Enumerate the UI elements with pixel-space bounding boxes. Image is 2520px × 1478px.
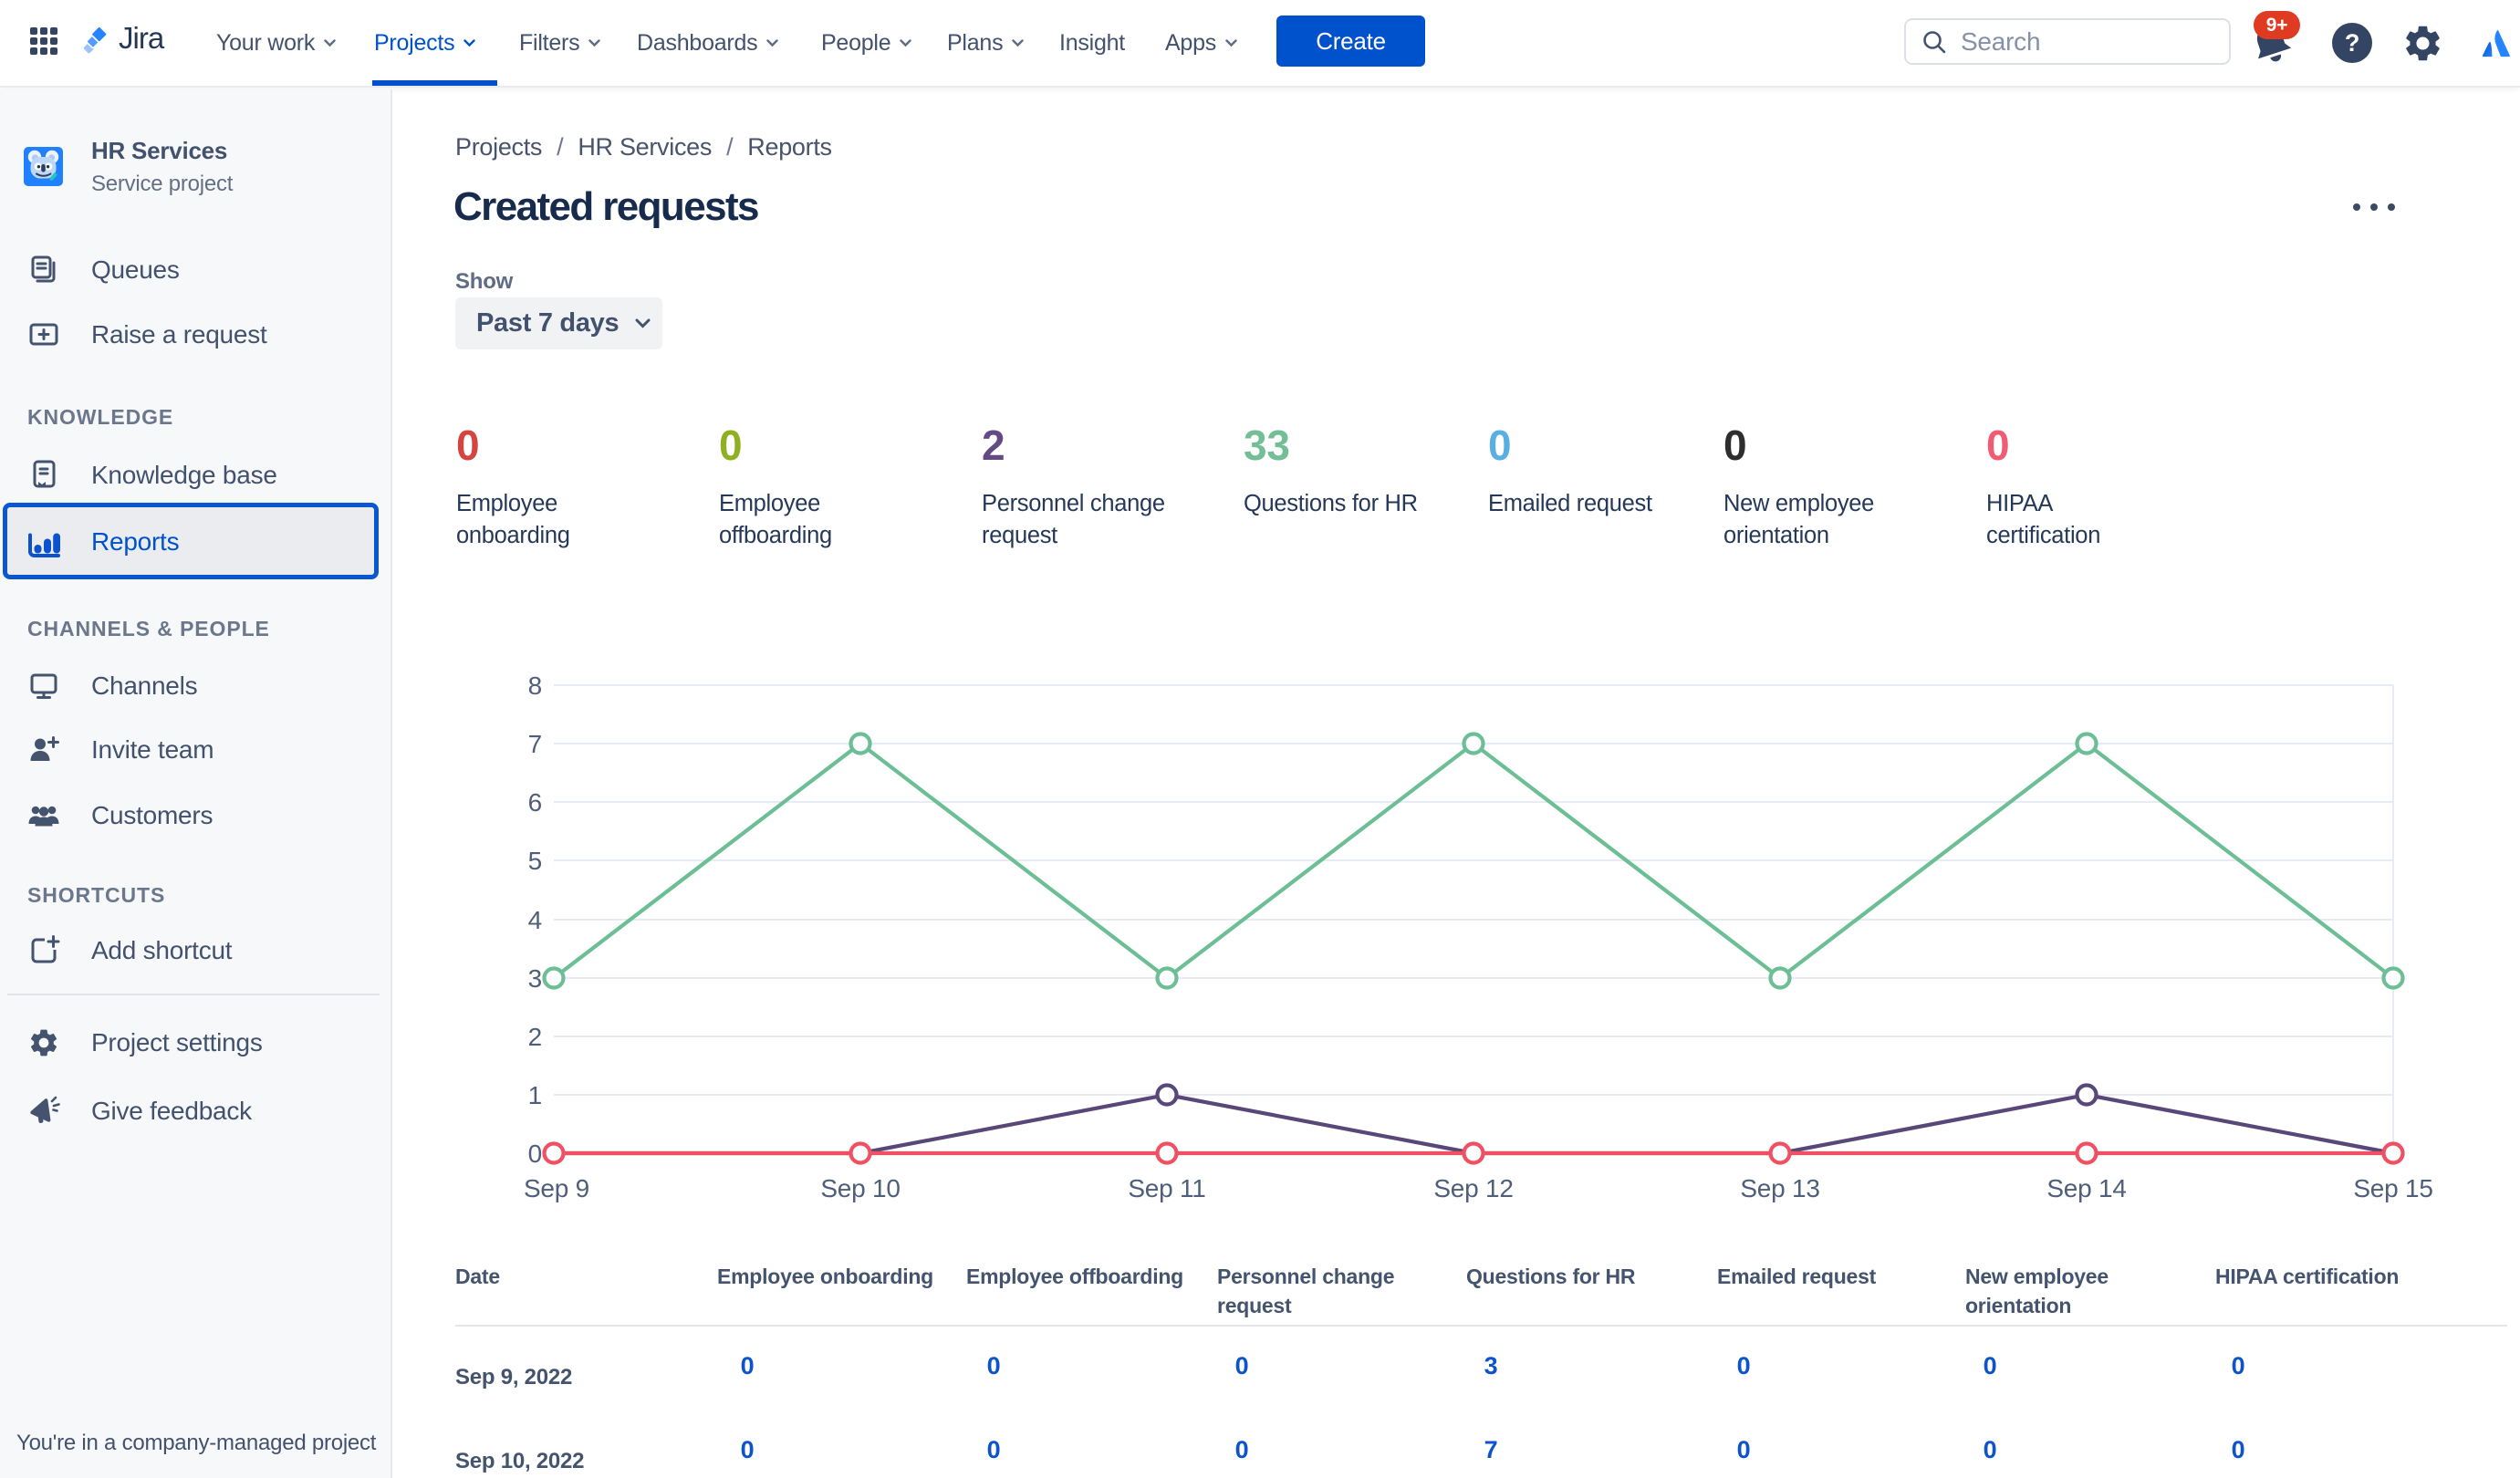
svg-text:Sep 9: Sep 9	[524, 1174, 589, 1202]
svg-text:2: 2	[528, 1023, 542, 1051]
svg-text:4: 4	[528, 906, 542, 934]
svg-text:8: 8	[528, 671, 542, 700]
svg-text:3: 3	[528, 964, 542, 993]
svg-text:Sep 13: Sep 13	[1740, 1174, 1819, 1202]
svg-text:Sep 10: Sep 10	[820, 1174, 900, 1202]
svg-text:0: 0	[528, 1140, 542, 1168]
svg-text:Sep 12: Sep 12	[1433, 1174, 1513, 1202]
svg-text:Sep 14: Sep 14	[2046, 1174, 2126, 1202]
svg-text:7: 7	[528, 730, 542, 758]
svg-text:5: 5	[528, 847, 542, 875]
svg-text:6: 6	[528, 788, 542, 817]
svg-text:Sep 11: Sep 11	[1128, 1174, 1205, 1202]
svg-text:Sep 15: Sep 15	[2353, 1174, 2432, 1202]
svg-text:1: 1	[528, 1081, 542, 1109]
